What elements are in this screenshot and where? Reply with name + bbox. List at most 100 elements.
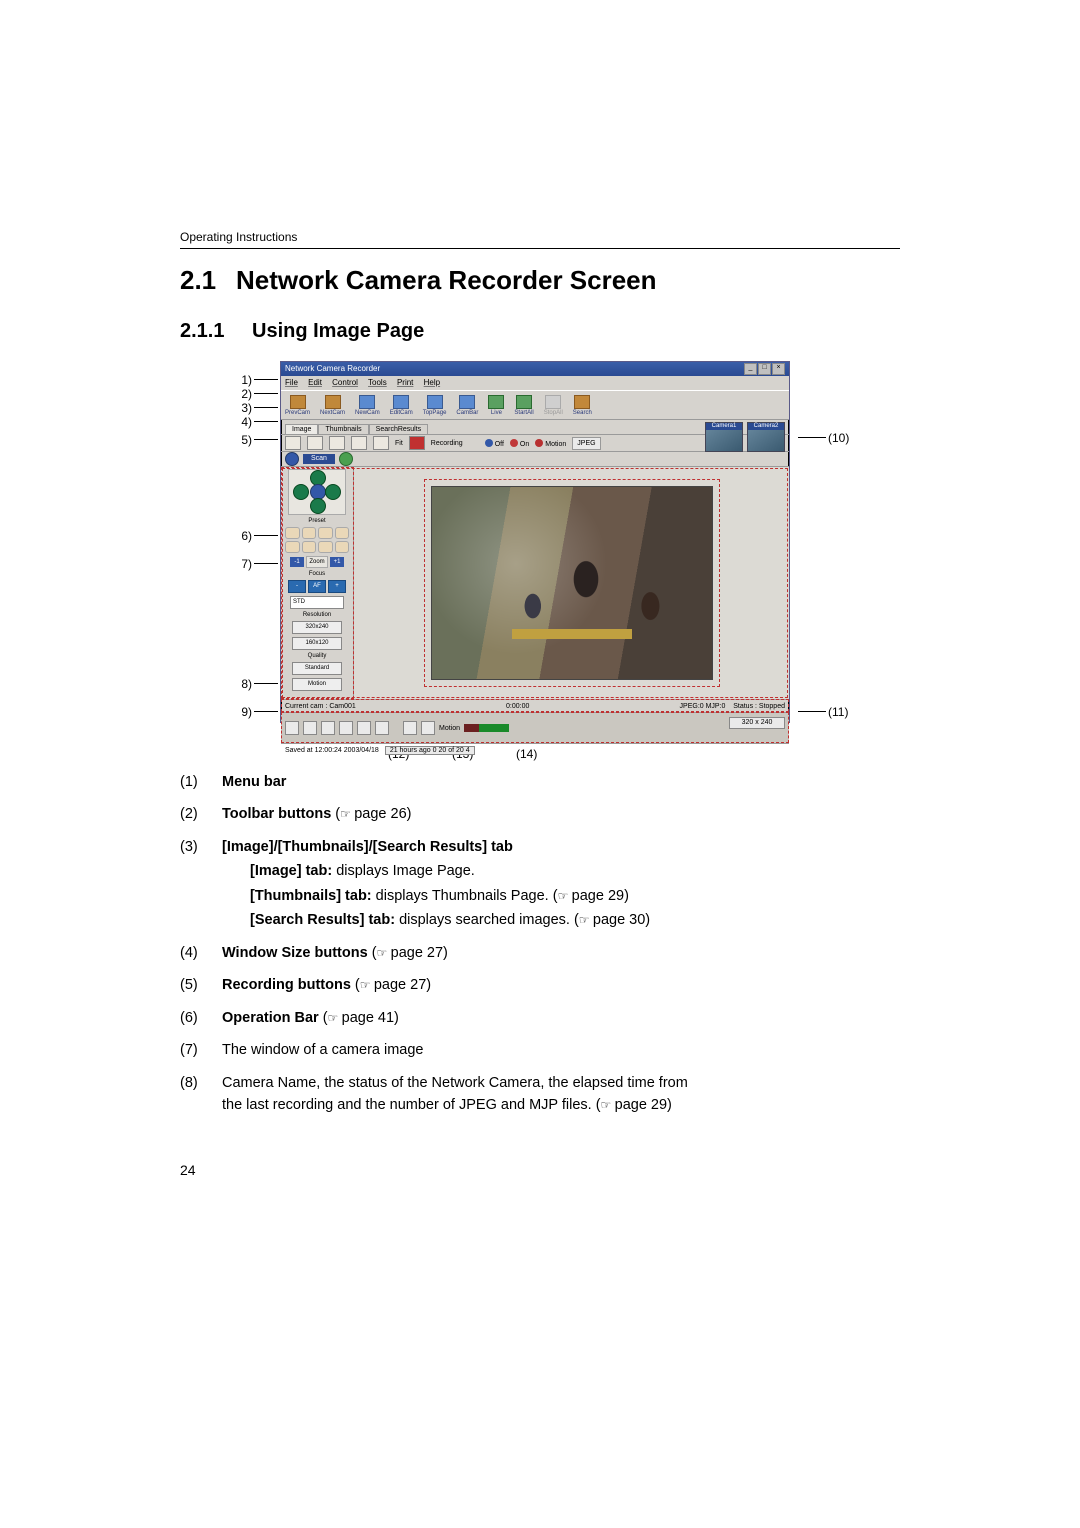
- preset-6[interactable]: [302, 541, 317, 553]
- rec-motion[interactable]: Motion: [545, 441, 566, 448]
- resolution-320[interactable]: 320x240: [292, 621, 342, 634]
- toolbar-startall[interactable]: StartAll: [514, 395, 533, 416]
- menu-help[interactable]: Help: [424, 378, 440, 387]
- toolbar-search[interactable]: Search: [573, 395, 592, 416]
- menu-control[interactable]: Control: [332, 378, 358, 387]
- toolbar: PrevCam NextCam NewCam EditCam TopPage C…: [281, 390, 789, 420]
- callout-4: 4): [222, 415, 252, 429]
- preset-5[interactable]: [285, 541, 300, 553]
- tab-thumbnails[interactable]: Thumbnails: [318, 424, 368, 434]
- std-select[interactable]: STD: [290, 596, 344, 609]
- rec-mode-select[interactable]: JPEG: [572, 437, 600, 450]
- maximize-button[interactable]: □: [758, 363, 771, 375]
- elapsed-value: 0:00:00: [506, 703, 529, 710]
- header-rule: [180, 248, 900, 249]
- focus-af-button[interactable]: AF: [308, 580, 326, 593]
- thumbnail-strip: Camera1 Camera2: [705, 422, 785, 452]
- toolbar-newcam[interactable]: NewCam: [355, 395, 380, 416]
- preset-1[interactable]: [285, 527, 300, 539]
- size-btn-5[interactable]: [373, 436, 389, 450]
- rec-on[interactable]: On: [520, 441, 529, 448]
- scan-next[interactable]: [339, 452, 353, 466]
- scan-prev[interactable]: [285, 452, 299, 466]
- size-btn-1[interactable]: [285, 436, 301, 450]
- menu-file[interactable]: File: [285, 378, 298, 387]
- focus-far-button[interactable]: +: [328, 580, 346, 593]
- image-pane: [354, 467, 789, 699]
- pageref-icon: [340, 806, 354, 822]
- vcr-last[interactable]: [375, 721, 389, 735]
- zoom-in-button[interactable]: +1: [330, 557, 344, 567]
- callout-3: 3): [222, 401, 252, 415]
- vcr-stop[interactable]: [339, 721, 353, 735]
- tab-image[interactable]: Image: [285, 424, 318, 434]
- motion-meter: [464, 724, 509, 732]
- fit-label: Fit: [395, 440, 403, 447]
- rec-off[interactable]: Off: [495, 441, 504, 448]
- def-6: (6) Operation Bar ( page 41): [180, 1007, 900, 1029]
- toolbar-nextcam[interactable]: NextCam: [320, 395, 345, 416]
- pageref-icon: [579, 912, 593, 928]
- vcr-first[interactable]: [285, 721, 299, 735]
- toolbar-cambar[interactable]: CamBar: [456, 395, 478, 416]
- resolution-160[interactable]: 160x120: [292, 637, 342, 650]
- tilt-down-button[interactable]: [310, 498, 326, 514]
- preset-2[interactable]: [302, 527, 317, 539]
- running-header: Operating Instructions: [180, 230, 900, 244]
- vcr-save-icon[interactable]: [421, 721, 435, 735]
- thumbnail-1[interactable]: Camera1: [705, 422, 743, 452]
- zoom-control: -1 Zoom +1: [283, 556, 351, 568]
- motion-option[interactable]: Motion: [292, 678, 342, 691]
- toolbar-live[interactable]: Live: [488, 395, 504, 416]
- operation-bar: Preset -1 Zoom +1 Focus - AF +: [281, 467, 354, 699]
- section-title: Network Camera Recorder Screen: [236, 265, 657, 295]
- vcr-play[interactable]: [321, 721, 335, 735]
- focus-near-button[interactable]: -: [288, 580, 306, 593]
- close-button[interactable]: ×: [772, 363, 785, 375]
- def-8: (8) Camera Name, the status of the Netwo…: [180, 1072, 900, 1117]
- pan-right-button[interactable]: [325, 484, 341, 500]
- callout-5: 5): [222, 433, 252, 447]
- def-5: (5) Recording buttons ( page 27): [180, 974, 900, 996]
- main-area: Preset -1 Zoom +1 Focus - AF +: [281, 467, 789, 699]
- toolbar-toppage[interactable]: TopPage: [423, 395, 447, 416]
- menu-tools[interactable]: Tools: [368, 378, 387, 387]
- vcr-next[interactable]: [357, 721, 371, 735]
- menu-edit[interactable]: Edit: [308, 378, 322, 387]
- menu-print[interactable]: Print: [397, 378, 413, 387]
- figure: 1) 2) 3) 4) 5) 6) 7) 8) 9) (10) (11) (12…: [260, 361, 820, 741]
- zoom-label: Zoom: [306, 556, 328, 568]
- zoom-out-button[interactable]: -1: [290, 557, 304, 567]
- tab-search-results[interactable]: SearchResults: [369, 424, 429, 434]
- vcr-prev[interactable]: [303, 721, 317, 735]
- pan-left-button[interactable]: [293, 484, 309, 500]
- focus-label: Focus: [283, 571, 351, 577]
- preset-8[interactable]: [335, 541, 350, 553]
- camera-image: [431, 486, 713, 680]
- quality-value[interactable]: Standard: [292, 662, 342, 675]
- preset-7[interactable]: [318, 541, 333, 553]
- size-btn-2[interactable]: [307, 436, 323, 450]
- def-7: (7) The window of a camera image: [180, 1039, 900, 1061]
- vcr-speaker-icon[interactable]: [403, 721, 417, 735]
- section-heading: 2.1Network Camera Recorder Screen: [180, 265, 900, 296]
- pageref-icon: [558, 888, 572, 904]
- toolbar-prevcam[interactable]: PrevCam: [285, 395, 310, 416]
- size-btn-3[interactable]: [329, 436, 345, 450]
- def-4: (4) Window Size buttons ( page 27): [180, 942, 900, 964]
- thumbnail-2[interactable]: Camera2: [747, 422, 785, 452]
- def-3: (3) [Image]/[Thumbnails]/[Search Results…: [180, 836, 900, 932]
- preset-3[interactable]: [318, 527, 333, 539]
- rec-icon[interactable]: [409, 436, 425, 450]
- saved-ago: 21 hours ago 0 20 of 20 4: [385, 746, 475, 755]
- preset-label: Preset: [283, 518, 351, 524]
- toolbar-editcam[interactable]: EditCam: [390, 395, 413, 416]
- minimize-button[interactable]: _: [744, 363, 757, 375]
- resolution-label: Resolution: [283, 612, 351, 618]
- preset-4[interactable]: [335, 527, 350, 539]
- size-btn-4[interactable]: [351, 436, 367, 450]
- toolbar-stopall[interactable]: StopAll: [544, 395, 563, 416]
- quality-label: Quality: [283, 653, 351, 659]
- callout-9: 9): [222, 705, 252, 719]
- pan-tilt-control: [288, 469, 346, 515]
